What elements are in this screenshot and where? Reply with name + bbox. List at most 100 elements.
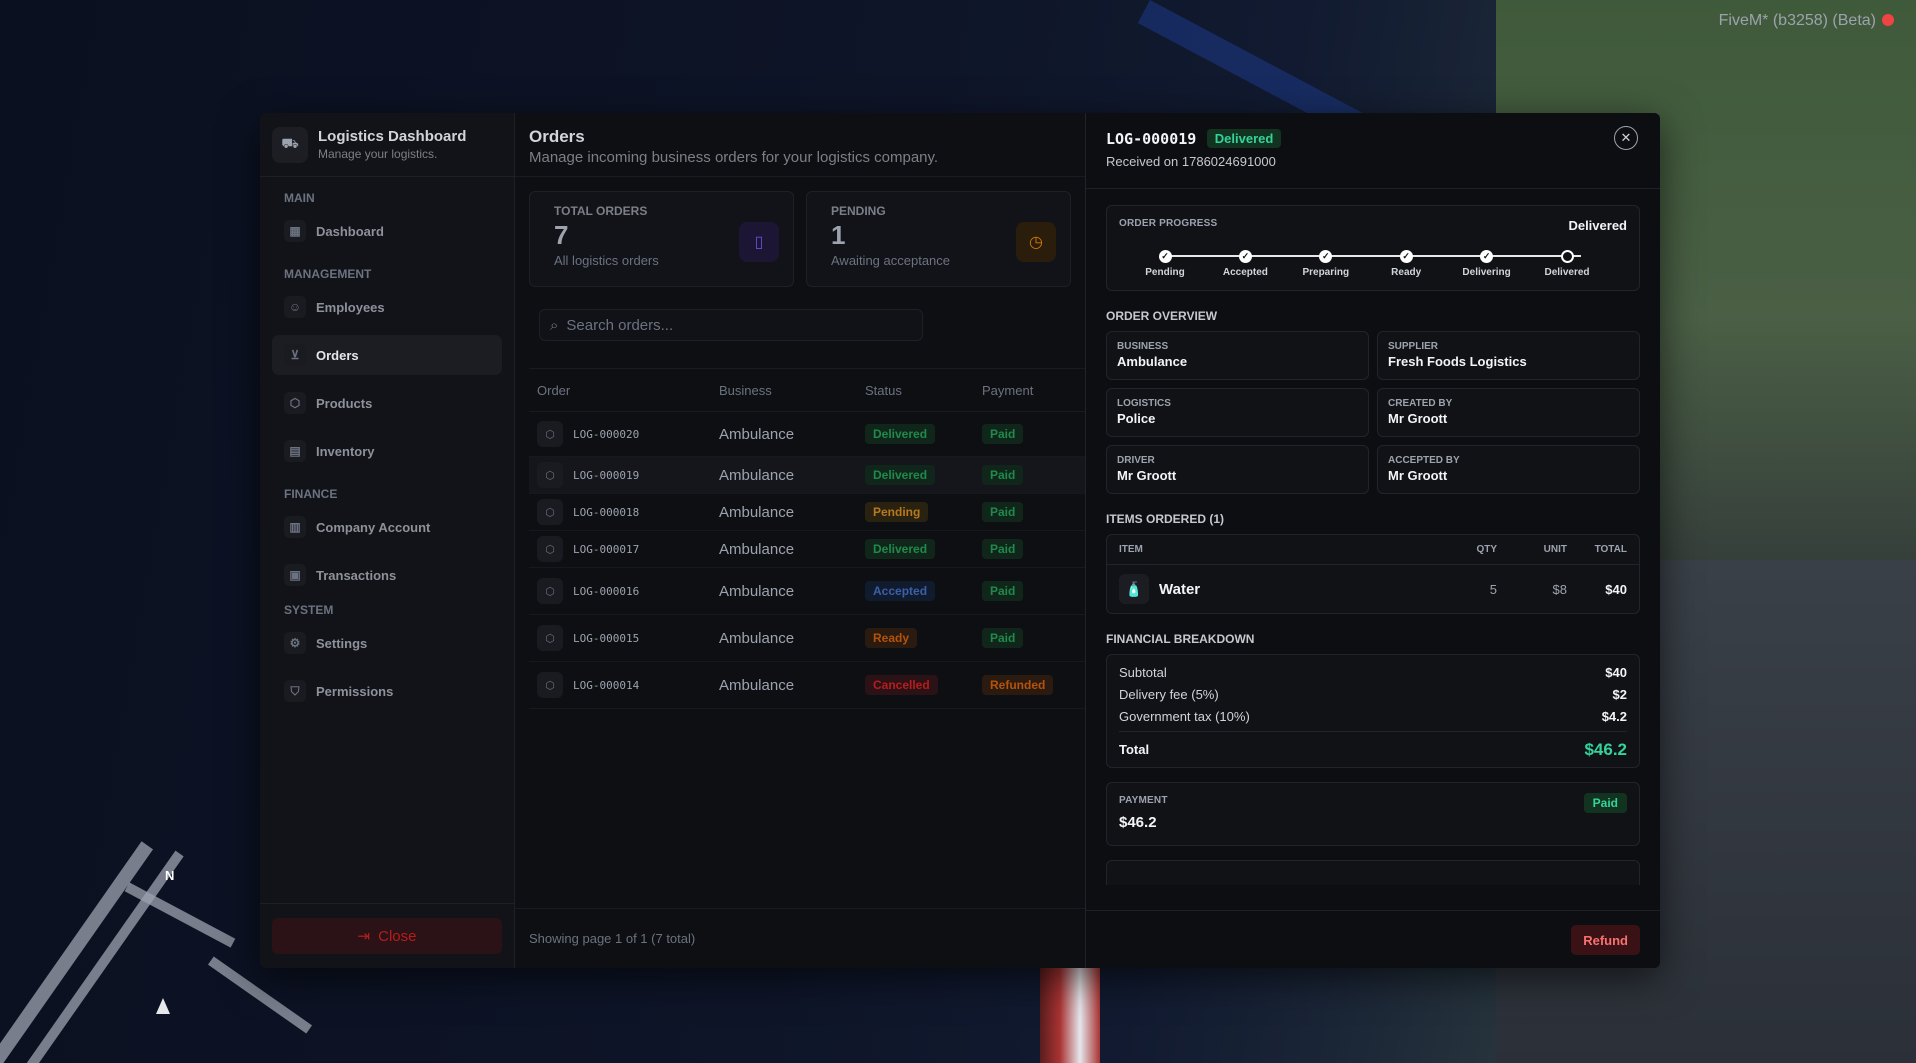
sidebar-item-permissions[interactable]: ⛉ Permissions (272, 671, 502, 711)
status-badge: Ready (865, 628, 918, 648)
payment-badge: Paid (982, 628, 1024, 648)
item-qty: 5 (1489, 581, 1497, 597)
app-subtitle: Manage your logistics. (318, 147, 438, 161)
nav-section-management: MANAGEMENT (284, 267, 372, 281)
table-header: Order Business Status Payment (529, 368, 1085, 412)
overview-created-by: CREATED BY Mr Groott (1377, 388, 1640, 437)
sidebar-item-transactions[interactable]: ▣ Transactions (272, 555, 502, 595)
status-badge: Delivered (865, 465, 936, 485)
sidebar-item-products[interactable]: ⬡ Products (272, 383, 502, 423)
payment-badge: Paid (982, 502, 1024, 522)
close-button[interactable]: ⇥ Close (272, 918, 502, 954)
sidebar-item-inventory[interactable]: ▤ Inventory (272, 431, 502, 471)
orders-panel: Orders Manage incoming business orders f… (515, 113, 1085, 968)
table-row[interactable]: ⬡ LOG-000015 Ambulance Ready Paid (529, 615, 1085, 662)
progress-status: Delivered (1568, 218, 1627, 233)
order-id-cell: ⬡ LOG-000016 (537, 578, 719, 604)
progress-step: ✓ Delivering (1447, 250, 1527, 278)
step-label: Delivered (1544, 267, 1590, 278)
fivem-logo-icon (1882, 14, 1894, 26)
water-bottle-icon: 🧴 (1119, 574, 1149, 604)
progress-step: ✓ Ready (1366, 250, 1446, 278)
step-label: Accepted (1222, 267, 1268, 278)
orders-header: Orders Manage incoming business orders f… (515, 113, 1085, 177)
page-subtitle: Manage incoming business orders for your… (529, 149, 939, 166)
cart-icon: ⊻ (284, 344, 306, 366)
logout-icon: ⇥ (357, 928, 371, 945)
box-icon: ⬡ (537, 672, 563, 698)
payment-cell: Paid (982, 502, 1082, 522)
refund-button[interactable]: Refund (1571, 925, 1640, 955)
col-business: Business (719, 382, 772, 398)
detail-body: ORDER PROGRESS Delivered ✓ Pending ✓ Accept… (1086, 189, 1660, 885)
table-row[interactable]: ⬡ LOG-000016 Ambulance Accepted Paid (529, 568, 1085, 615)
payment-cell: Paid (982, 465, 1082, 485)
search-input[interactable]: ⌕ Search orders... (539, 309, 923, 341)
sidebar-item-orders[interactable]: ⊻ Orders (272, 335, 502, 375)
background-pillar (1040, 960, 1100, 1063)
payment-cell: Paid (982, 581, 1082, 601)
overview-grid: BUSINESS Ambulance SUPPLIER Fresh Foods Lo… (1106, 331, 1640, 494)
status-badge: Delivered (865, 424, 936, 444)
close-icon[interactable]: ✕ (1614, 126, 1638, 150)
logistics-note-card (1106, 860, 1640, 885)
check-icon: ✓ (1399, 250, 1413, 263)
sidebar-item-settings[interactable]: ⚙ Settings (272, 623, 502, 663)
minimap-road (207, 956, 313, 1034)
subtotal-row: Subtotal $40 (1119, 664, 1627, 680)
overview-driver: DRIVER Mr Groott (1106, 445, 1369, 494)
received-text: Received on 1786024691000 (1106, 154, 1276, 169)
brand-header: ⛟ Logistics Dashboard Manage your logist… (260, 113, 514, 177)
box-icon: ⬡ (537, 499, 563, 525)
payment-cell: Paid (982, 628, 1082, 648)
payment-cell: Paid (982, 539, 1082, 559)
col-status: Status (865, 382, 902, 398)
player-arrow-icon (156, 998, 170, 1014)
stat-value: 1 (831, 220, 846, 250)
order-id-cell: ⬡ LOG-000014 (537, 672, 719, 698)
table-row[interactable]: ⬡ LOG-000018 Ambulance Pending Paid (529, 494, 1085, 531)
check-icon: ✓ (1319, 250, 1333, 263)
status-cell: Delivered (865, 465, 982, 485)
sidebar-item-dashboard[interactable]: ▦ Dashboard (272, 211, 502, 251)
table-row[interactable]: ⬡ LOG-000019 Ambulance Delivered Paid (529, 457, 1085, 494)
financial-title: FINANCIAL BREAKDOWN (1106, 632, 1255, 646)
col-payment: Payment (982, 382, 1034, 398)
nav-section-system: SYSTEM (284, 603, 334, 617)
overview-accepted-by: ACCEPTED BY Mr Groott (1377, 445, 1640, 494)
compass-north-label: N (165, 868, 175, 883)
progress-step: ✓ Pending (1125, 250, 1205, 278)
search-placeholder: Search orders... (566, 316, 674, 334)
sidebar-item-employees[interactable]: ☺ Employees (272, 287, 502, 327)
box-icon: ⬡ (537, 625, 563, 651)
order-progress-card: ORDER PROGRESS Delivered ✓ Pending ✓ Accept… (1106, 205, 1640, 291)
users-icon: ☺ (284, 296, 306, 318)
check-icon: ✓ (1238, 250, 1252, 263)
clipboard-icon: ▯ (739, 222, 779, 262)
table-row[interactable]: ⬡ LOG-000017 Ambulance Delivered Paid (529, 531, 1085, 568)
financial-card: Subtotal $40 Delivery fee (5%) $2 Governme… (1106, 654, 1640, 768)
sidebar-item-company-account[interactable]: ▥ Company Account (272, 507, 502, 547)
payment-cell: Paid (982, 424, 1082, 444)
payment-badge: Paid (982, 424, 1024, 444)
delivery-fee-row: Delivery fee (5%) $2 (1119, 686, 1627, 702)
item-total: $40 (1605, 581, 1627, 597)
check-icon: ✓ (1158, 250, 1172, 263)
col-order: Order (537, 382, 571, 398)
payment-card: PAYMENT $46.2 Paid (1106, 782, 1640, 846)
payment-badge: Refunded (982, 675, 1054, 695)
table-row[interactable]: ⬡ LOG-000014 Ambulance Cancelled Refunded (529, 662, 1085, 709)
status-badge: Delivered (1206, 129, 1282, 148)
table-row[interactable]: ⬡ LOG-000020 Ambulance Delivered Paid (529, 412, 1085, 457)
check-icon: ✓ (1480, 250, 1494, 263)
stat-label: TOTAL ORDERS (554, 204, 648, 218)
receipt-icon: ▣ (284, 564, 306, 586)
overview-business: BUSINESS Ambulance (1106, 331, 1369, 380)
progress-step: ✓ Preparing (1286, 250, 1366, 278)
order-id-cell: ⬡ LOG-000015 (537, 625, 719, 651)
app-title: Logistics Dashboard (318, 128, 467, 145)
status-cell: Ready (865, 628, 982, 648)
total-row: Total $46.2 (1119, 731, 1627, 767)
step-label: Ready (1391, 267, 1422, 278)
progress-step: Delivered (1527, 250, 1607, 278)
